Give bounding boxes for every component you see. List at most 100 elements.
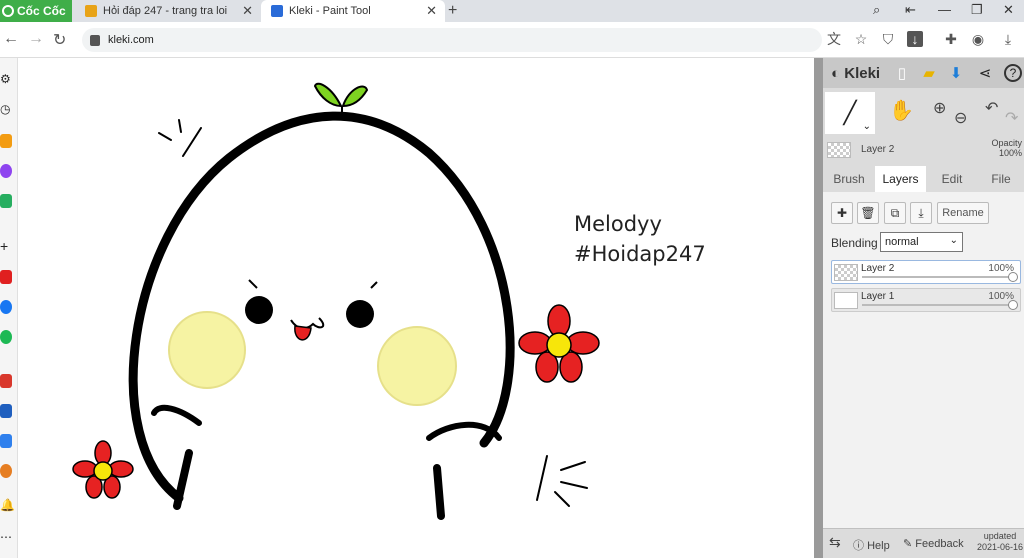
settings-icon[interactable]: ⚙	[0, 72, 12, 86]
tab-layers[interactable]: Layers	[875, 166, 926, 192]
motion-lines-bottom	[536, 455, 588, 507]
reload-button[interactable]: ↻	[53, 30, 66, 50]
left-cheek	[168, 311, 246, 389]
duplicate-layer-button[interactable]: ⧉	[884, 202, 906, 224]
browser-sidebar: ⚙ ◷ + 🔔 ⋯	[0, 58, 18, 558]
maximize-button[interactable]: ❐	[971, 2, 983, 18]
redo-icon[interactable]: ↷	[1005, 108, 1018, 128]
kleki-brand-label: Kleki	[844, 64, 881, 82]
shield-icon[interactable]: ⛉	[880, 31, 896, 47]
tab-edit[interactable]: Edit	[926, 166, 978, 192]
tab-hoidap247[interactable]: Hỏi đáp 247 - trang tra loi ✕	[75, 0, 261, 22]
new-image-icon[interactable]: ▯	[893, 64, 911, 82]
tongue	[294, 325, 312, 341]
profile-icon[interactable]: ◉	[970, 31, 986, 47]
share-icon[interactable]: ⋖	[976, 64, 994, 82]
merge-layer-button[interactable]: ⤓	[910, 202, 932, 224]
url-field[interactable]: kleki.com	[82, 28, 822, 52]
feedback-button[interactable]: ✎ Feedback	[903, 537, 964, 550]
app-icon[interactable]	[0, 464, 12, 478]
delete-layer-button[interactable]: 🗑	[857, 202, 879, 224]
translate-icon[interactable]: 文	[826, 31, 842, 47]
opacity-readout: Opacity 100%	[991, 138, 1022, 158]
star-icon[interactable]: ☆	[853, 31, 869, 47]
tab-title: Kleki - Paint Tool	[289, 5, 371, 17]
search-tabs-icon[interactable]: ⌕	[873, 2, 880, 18]
rename-button[interactable]: Rename	[937, 202, 989, 224]
layer-item-layer-2[interactable]: Layer 2 100%	[831, 260, 1021, 284]
browser-brand[interactable]: Cốc Cốc	[0, 0, 72, 22]
sprout-leaf-left	[313, 82, 343, 108]
game-icon[interactable]	[0, 194, 12, 208]
shopping-icon[interactable]	[0, 374, 12, 388]
deal-icon[interactable]	[0, 434, 12, 448]
url-text: kleki.com	[108, 34, 154, 46]
save-icon[interactable]: ⬇	[947, 64, 965, 82]
zoom-out-icon[interactable]: ⊖	[954, 108, 967, 128]
lock-icon	[90, 34, 100, 46]
crown-icon[interactable]	[0, 134, 12, 148]
undo-icon[interactable]: ↶	[985, 98, 998, 118]
layer-item-layer-1[interactable]: Layer 1 100%	[831, 288, 1021, 312]
layer-opacity-track[interactable]	[862, 276, 1014, 278]
layer-opacity-knob[interactable]	[1008, 272, 1018, 282]
spotify-icon[interactable]	[0, 330, 12, 344]
new-tab-button[interactable]: +	[448, 2, 457, 20]
vtv-icon[interactable]	[0, 404, 12, 418]
layer-opacity-knob[interactable]	[1008, 300, 1018, 310]
blending-select[interactable]: normal ⌄	[880, 232, 963, 252]
zoom-in-icon[interactable]: ⊕	[933, 98, 946, 118]
chevron-down-icon[interactable]: ⌄	[863, 121, 871, 132]
swap-side-icon[interactable]: ⇆	[829, 534, 841, 551]
kleki-panel: ◐ Kleki ▯ ▰ ⬇ ⋖ ? ╱ ⌄ ✋ ⊕ ⊖ ↶ ↷ Layer 2 …	[823, 58, 1024, 558]
layer-opacity-track[interactable]	[862, 304, 1014, 306]
flower-right	[518, 304, 600, 383]
close-icon[interactable]: ✕	[242, 3, 253, 19]
opacity-value: 100%	[998, 148, 1022, 158]
tab-brush[interactable]: Brush	[823, 166, 875, 192]
drawing-canvas[interactable]: Melodyy #Hoidap247	[19, 58, 814, 556]
back-button[interactable]: ←	[3, 30, 19, 48]
canvas-divider-scrollbar[interactable]	[814, 58, 823, 558]
body-outline	[128, 111, 515, 503]
brush-tool[interactable]: ╱ ⌄	[825, 92, 875, 134]
tab-bar: Cốc Cốc Hỏi đáp 247 - trang tra loi ✕ Kl…	[0, 0, 1024, 22]
youtube-icon[interactable]	[0, 270, 12, 284]
sidebar-toggle-icon[interactable]: ⇤	[905, 2, 916, 18]
add-layer-button[interactable]: ✚	[831, 202, 853, 224]
left-brow	[248, 279, 258, 289]
close-icon[interactable]: ✕	[426, 3, 437, 19]
panel-footer: ⇆ ⓘ Help ✎ Feedback updated 2021-06-16	[823, 528, 1024, 558]
layer-name: Layer 1	[861, 291, 895, 302]
downloads-icon[interactable]: ⤓	[1000, 31, 1016, 47]
brush-icon: ╱	[843, 100, 857, 125]
open-folder-icon[interactable]: ▰	[920, 64, 938, 82]
kleki-logo-icon: ◐	[831, 64, 841, 82]
add-icon[interactable]: +	[0, 238, 12, 254]
help-button[interactable]: ⓘ Help	[853, 537, 890, 553]
bell-icon[interactable]: 🔔	[0, 498, 15, 512]
download-icon[interactable]: ↓	[907, 31, 923, 47]
tab-kleki[interactable]: Kleki - Paint Tool ✕	[261, 0, 445, 22]
kleki-header: ◐ Kleki ▯ ▰ ⬇ ⋖ ?	[823, 58, 1024, 88]
extensions-icon[interactable]: ✚	[943, 31, 959, 47]
hand-icon[interactable]: ✋	[889, 98, 914, 123]
history-icon[interactable]: ◷	[0, 102, 12, 116]
help-label: Help	[867, 540, 890, 552]
right-brow	[370, 281, 378, 289]
current-layer-bar: Layer 2 Opacity 100%	[823, 138, 1024, 164]
help-circle-icon: ⓘ	[853, 540, 864, 552]
address-bar: ← → ↻ kleki.com 文 ☆ ⛉ ↓ ✚ ◉ ⤓	[0, 22, 1024, 58]
messenger-icon[interactable]	[0, 164, 12, 178]
minimize-button[interactable]: —	[938, 2, 951, 17]
facebook-icon[interactable]	[0, 300, 12, 314]
forward-button[interactable]: →	[28, 30, 44, 48]
sprout-leaf-right	[341, 85, 369, 108]
tool-row: ╱ ⌄ ✋ ⊕ ⊖ ↶ ↷	[823, 92, 1024, 136]
more-icon[interactable]: ⋯	[0, 530, 12, 544]
updated-label: updated	[983, 531, 1017, 541]
help-icon[interactable]: ?	[1004, 64, 1022, 82]
tab-file[interactable]: File	[978, 166, 1024, 192]
right-cheek	[377, 326, 457, 406]
close-window-button[interactable]: ✕	[1003, 2, 1014, 18]
